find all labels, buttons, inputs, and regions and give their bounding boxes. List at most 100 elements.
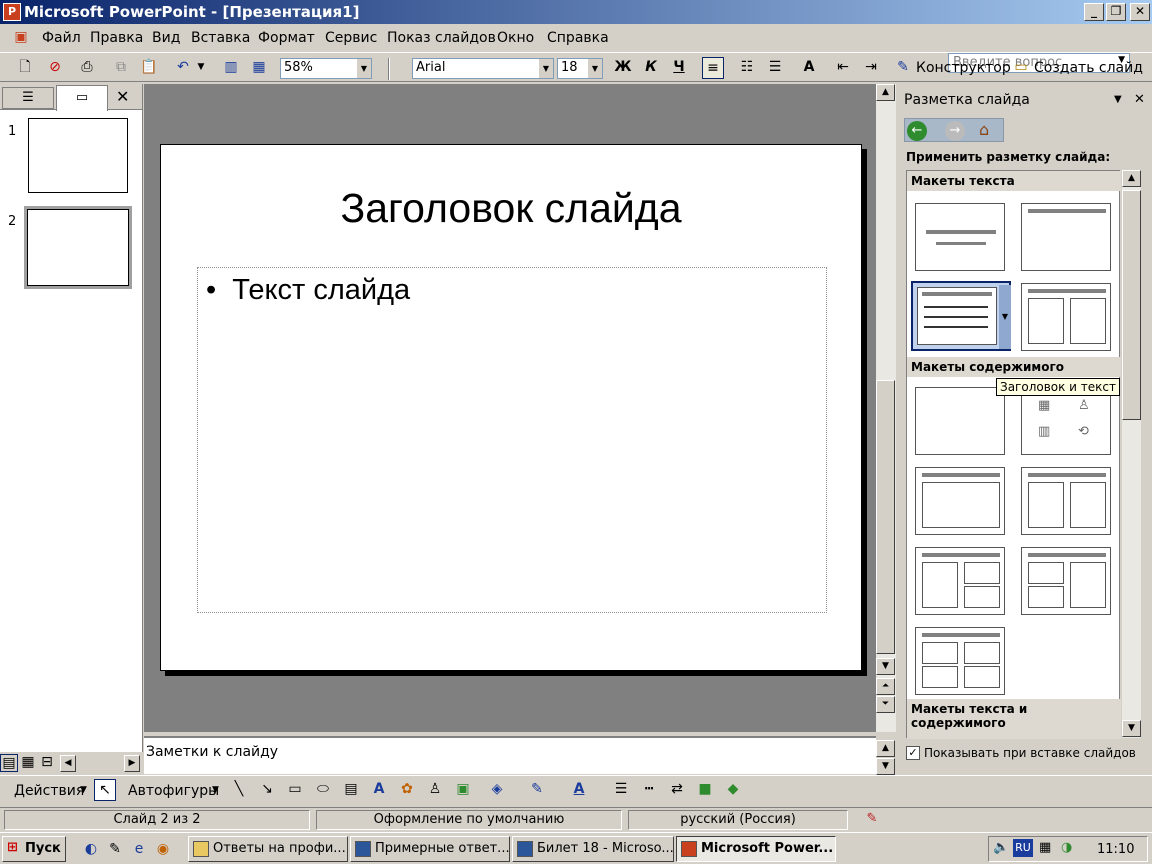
tab-outline[interactable]: ☰ [2, 87, 54, 109]
layout-dropdown-icon[interactable]: ▼ [999, 285, 1011, 349]
vertical-scrollbar[interactable]: ▲ ▼ ⏶ ⏷ [876, 84, 896, 732]
back-icon[interactable]: ← [907, 121, 927, 141]
menu-format[interactable]: Формат [258, 30, 315, 46]
font-size-combo[interactable]: 18 ▼ [557, 58, 603, 79]
spelling-icon[interactable]: ✎ [852, 810, 892, 830]
undo-icon[interactable]: ↶ [172, 57, 194, 79]
slide-body-text[interactable]: • Текст слайда [206, 274, 410, 307]
italic-button[interactable]: К [640, 57, 662, 79]
close-pane-icon[interactable]: ✕ [116, 87, 136, 106]
show-on-insert-checkbox[interactable]: ✓ [906, 746, 920, 760]
document-icon[interactable]: ▣ [10, 27, 32, 49]
network-icon[interactable]: ▦ [1039, 840, 1051, 855]
textbox-icon[interactable]: ▤ [340, 779, 362, 801]
slide-sorter-icon[interactable]: ▦ [19, 754, 37, 772]
slide-thumbnail-2[interactable] [24, 206, 132, 289]
chart-icon[interactable]: ▥ [220, 57, 242, 79]
copy-icon[interactable]: ⧉ [110, 57, 132, 79]
font-combo[interactable]: Arial ▼ [412, 58, 554, 79]
layout-title-and-four-content[interactable] [915, 627, 1005, 695]
arrow-icon[interactable]: ↘ [256, 779, 278, 801]
select-pointer-icon[interactable]: ↖ [94, 779, 116, 801]
layout-content[interactable]: ▦ ♙ ▥ ⟲ [1021, 387, 1111, 455]
layout-title-and-two-content[interactable] [1021, 467, 1111, 535]
increase-indent-icon[interactable]: ⇥ [860, 57, 882, 79]
dash-style-icon[interactable]: ┅ [638, 779, 660, 801]
language-indicator[interactable]: RU [1013, 839, 1033, 857]
layout-title-and-text[interactable]: ▼ [911, 281, 1011, 351]
clipart-icon[interactable]: ♙ [424, 779, 446, 801]
table-icon[interactable]: ▦ [248, 57, 270, 79]
task-pane-menu-icon[interactable]: ▼ [1114, 94, 1122, 105]
restore-button[interactable]: ❐ [1106, 3, 1126, 21]
designer-button[interactable]: Конструктор [916, 60, 1011, 76]
rectangle-icon[interactable]: ▭ [284, 779, 306, 801]
volume-icon[interactable]: 🔈 [993, 840, 1009, 855]
powerpoint-icon[interactable]: P [3, 3, 21, 21]
layout-title-slide[interactable] [915, 203, 1005, 271]
line-color-icon[interactable]: ✎ [526, 779, 548, 801]
autoshapes-button[interactable]: Автофигуры [128, 783, 219, 799]
underline-button[interactable]: Ч [668, 57, 690, 79]
align-left-icon[interactable]: ≡ [702, 57, 724, 79]
quicklaunch-icon[interactable]: ◐ [80, 839, 102, 861]
diagram-icon[interactable]: ✿ [396, 779, 418, 801]
home-icon[interactable]: ⌂ [979, 120, 989, 139]
new-document-icon[interactable]: 🗋 [14, 57, 36, 79]
decrease-indent-icon[interactable]: ⇤ [832, 57, 854, 79]
actions-button[interactable]: Действия [14, 783, 84, 799]
bold-button[interactable]: Ж [612, 57, 634, 79]
tray-app-icon[interactable]: ◑ [1061, 840, 1072, 855]
layout-title-only[interactable] [1021, 203, 1111, 271]
actions-dropdown-icon[interactable]: ▼ [80, 785, 87, 795]
layout-title-and-content[interactable] [915, 467, 1005, 535]
menu-file[interactable]: Файл [42, 30, 81, 46]
autoshapes-dropdown-icon[interactable]: ▼ [212, 785, 219, 795]
layout-blank[interactable] [915, 387, 1005, 455]
previous-slide-icon[interactable]: ⏶ [876, 678, 895, 695]
undo-dropdown-icon[interactable]: ▼ [194, 57, 208, 79]
size-dropdown-icon[interactable]: ▼ [588, 59, 602, 78]
layout-title-two-content-and-content[interactable] [1021, 547, 1111, 615]
close-button[interactable]: ✕ [1130, 3, 1150, 21]
paste-icon[interactable]: 📋 [138, 57, 160, 79]
start-button[interactable]: ⊞ Пуск [2, 836, 66, 862]
ie-icon[interactable]: e [128, 839, 150, 861]
menu-window[interactable]: Окно [497, 30, 534, 46]
layout-title-and-two-columns[interactable] [1021, 283, 1111, 351]
tab-slides[interactable]: ▭ [56, 85, 108, 111]
notes-pane[interactable]: Заметки к слайду ▲ ▼ [144, 736, 895, 775]
scroll-left-icon[interactable]: ◀ [60, 755, 76, 772]
task-button-4[interactable]: Microsoft Power... [676, 836, 836, 862]
task-button-3[interactable]: Билет 18 - Microso... [512, 836, 674, 862]
menu-edit[interactable]: Правка [90, 30, 143, 46]
new-slide-button[interactable]: Создать слайд [1034, 60, 1143, 76]
menu-slideshow[interactable]: Показ слайдов [387, 30, 496, 46]
line-icon[interactable]: ╲ [228, 779, 250, 801]
menu-insert[interactable]: Вставка [191, 30, 250, 46]
task-button-1[interactable]: Ответы на профи... [188, 836, 348, 862]
slide-thumbnail-1[interactable] [28, 118, 128, 193]
menu-help[interactable]: Справка [547, 30, 609, 46]
menu-view[interactable]: Вид [152, 30, 180, 46]
scroll-up-icon[interactable]: ▲ [1122, 170, 1141, 187]
task-button-2[interactable]: Примерные ответ... [350, 836, 510, 862]
menu-tools[interactable]: Сервис [325, 30, 377, 46]
notes-scroll-down-icon[interactable]: ▼ [876, 758, 895, 775]
scroll-thumb[interactable] [876, 380, 895, 654]
increase-font-icon[interactable]: A [798, 57, 820, 79]
slide-canvas[interactable]: Заголовок слайда • Текст слайда [160, 144, 862, 671]
scroll-thumb[interactable] [1122, 190, 1141, 420]
notes-scroll-up-icon[interactable]: ▲ [876, 740, 895, 757]
layout-title-content-and-two-content[interactable] [915, 547, 1005, 615]
fill-color-icon[interactable]: ◈ [486, 779, 508, 801]
bulleted-list-icon[interactable]: ☰ [764, 57, 786, 79]
line-style-icon[interactable]: ☰ [610, 779, 632, 801]
3d-style-icon[interactable]: ◆ [722, 779, 744, 801]
close-task-pane-icon[interactable]: ✕ [1134, 92, 1145, 107]
print-icon[interactable]: ⎙ [76, 57, 98, 79]
forward-icon[interactable]: → [945, 121, 965, 141]
media-icon[interactable]: ◉ [152, 839, 174, 861]
normal-view-icon[interactable]: ▤ [0, 754, 18, 772]
desktop-icon[interactable]: ✎ [104, 839, 126, 861]
